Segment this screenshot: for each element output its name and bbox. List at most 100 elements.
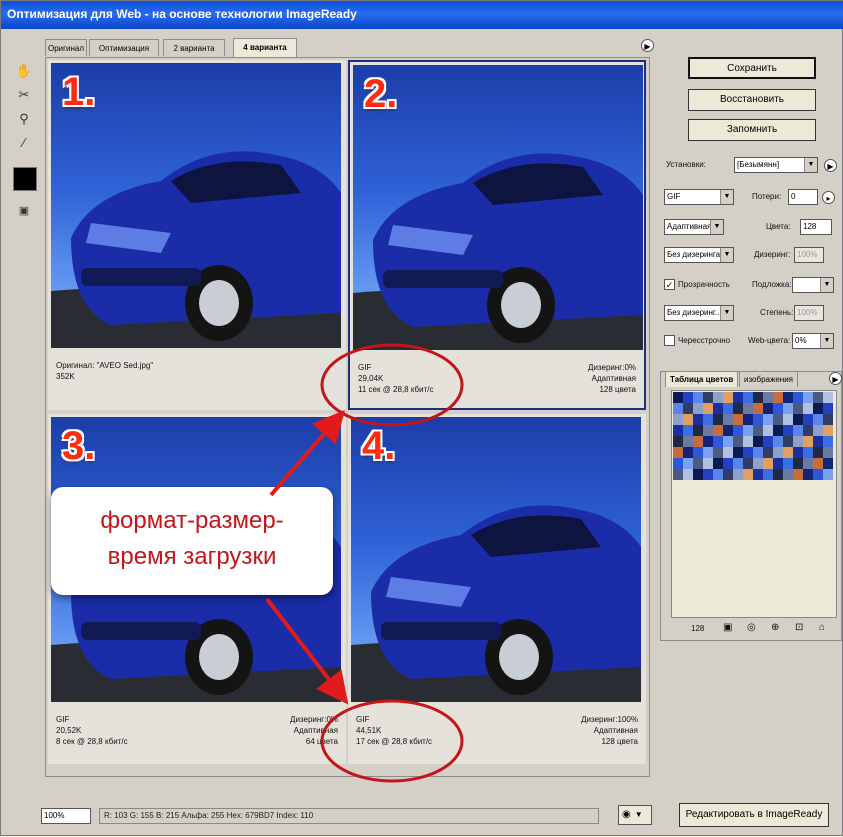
color-swatch[interactable] (753, 414, 763, 425)
tab-color-table[interactable]: Таблица цветов (665, 371, 739, 387)
color-swatch[interactable] (703, 425, 713, 436)
reset-button[interactable]: Восстановить (688, 89, 816, 111)
color-swatch[interactable] (683, 469, 693, 480)
interlaced-checkbox[interactable] (664, 335, 675, 346)
trash-icon[interactable]: ⌂ (819, 622, 825, 633)
color-swatch[interactable] (693, 469, 703, 480)
zoom-select[interactable]: 100% (41, 808, 91, 824)
color-swatch[interactable] (683, 392, 693, 403)
new-color-icon[interactable]: ⊡ (795, 622, 803, 633)
color-swatch[interactable] (713, 469, 723, 480)
dither-input[interactable]: 100% (794, 247, 824, 263)
format-select[interactable]: GIF ▼ (664, 189, 734, 205)
color-swatch[interactable] (743, 436, 753, 447)
color-swatch[interactable] (753, 392, 763, 403)
color-swatch[interactable] (803, 425, 813, 436)
color-swatch[interactable] (773, 425, 783, 436)
color-swatch[interactable] (813, 436, 823, 447)
color-swatch[interactable] (773, 458, 783, 469)
color-swatch[interactable] (813, 414, 823, 425)
color-swatch[interactable] (763, 469, 773, 480)
color-swatch[interactable] (803, 458, 813, 469)
color-swatch[interactable] (693, 414, 703, 425)
color-swatch[interactable] (823, 392, 833, 403)
color-swatch[interactable] (703, 469, 713, 480)
color-swatch[interactable] (743, 392, 753, 403)
color-swatch[interactable] (713, 403, 723, 414)
color-swatch[interactable] (773, 436, 783, 447)
color-swatch[interactable] (733, 436, 743, 447)
color-swatch[interactable] (723, 436, 733, 447)
color-swatch[interactable] (733, 403, 743, 414)
slice-select-tool-icon[interactable]: ✂ (13, 85, 35, 105)
color-swatch[interactable] (803, 436, 813, 447)
loss-input[interactable]: 0 (788, 189, 818, 205)
color-swatch[interactable] (713, 458, 723, 469)
transparency-dither-select[interactable]: Без дизеринг... ▼ (664, 305, 734, 321)
color-swatch[interactable] (783, 403, 793, 414)
color-swatch[interactable] (733, 469, 743, 480)
save-button[interactable]: Сохранить (688, 57, 816, 79)
color-swatch[interactable] (703, 447, 713, 458)
color-swatch[interactable] (763, 414, 773, 425)
web-snap-select[interactable]: 0% ▼ (792, 333, 834, 349)
color-swatch[interactable] (683, 403, 693, 414)
color-swatch[interactable] (713, 414, 723, 425)
color-swatch[interactable] (773, 414, 783, 425)
snap-to-web-icon[interactable]: ▣ (723, 622, 732, 633)
color-swatch[interactable] (683, 447, 693, 458)
color-swatch[interactable] (813, 392, 823, 403)
color-swatch[interactable] (783, 414, 793, 425)
color-swatch[interactable] (813, 403, 823, 414)
color-swatch[interactable] (773, 392, 783, 403)
color-swatch[interactable] (723, 392, 733, 403)
color-swatch[interactable] (753, 403, 763, 414)
color-swatch[interactable] (723, 469, 733, 480)
color-swatch[interactable] (793, 447, 803, 458)
color-swatch[interactable] (793, 458, 803, 469)
color-swatch[interactable] (703, 458, 713, 469)
color-swatch[interactable] (713, 392, 723, 403)
color-swatch[interactable] (713, 447, 723, 458)
color-swatch[interactable] (693, 425, 703, 436)
preview-pane-2[interactable]: 2. GIF 29,04K 11 сек @ 28,8 кбит/с Дизерин… (348, 60, 646, 410)
color-swatch[interactable] (693, 458, 703, 469)
color-swatch[interactable] (673, 403, 683, 414)
color-swatch[interactable] (673, 425, 683, 436)
color-swatch[interactable] (813, 458, 823, 469)
color-swatch[interactable] (723, 447, 733, 458)
color-swatch[interactable] (673, 447, 683, 458)
tab-image-size[interactable]: изображения (739, 371, 798, 387)
color-swatch[interactable] (683, 458, 693, 469)
color-swatch[interactable] (783, 469, 793, 480)
toggle-slices-icon[interactable]: ▣ (13, 201, 35, 221)
optimize-menu-icon[interactable]: ▶ (641, 39, 654, 52)
color-swatch[interactable] (733, 392, 743, 403)
preset-select[interactable]: [Безымянн] ▼ (734, 157, 818, 173)
color-swatch[interactable] (783, 425, 793, 436)
edit-in-imageready-button[interactable]: Редактировать в ImageReady (679, 803, 829, 827)
color-swatch[interactable] (773, 447, 783, 458)
color-swatch[interactable] (763, 392, 773, 403)
settings-menu-icon[interactable]: ▶ (824, 159, 837, 172)
color-swatch[interactable] (813, 425, 823, 436)
color-swatch[interactable] (743, 458, 753, 469)
tab-original[interactable]: Оригинал (45, 39, 87, 56)
color-swatch[interactable] (813, 469, 823, 480)
color-swatch[interactable] (763, 447, 773, 458)
color-swatch[interactable] (733, 458, 743, 469)
color-swatch[interactable] (823, 447, 833, 458)
color-swatch[interactable] (783, 458, 793, 469)
color-swatch[interactable] (783, 392, 793, 403)
loss-stepper-icon[interactable]: ▸ (822, 191, 835, 204)
color-swatch[interactable] (803, 414, 813, 425)
colors-input[interactable]: 128 (800, 219, 832, 235)
reduction-select[interactable]: Адаптивная ▼ (664, 219, 724, 235)
web-shift-icon[interactable]: ⊕ (771, 622, 779, 633)
color-table-menu-icon[interactable]: ▶ (829, 372, 842, 385)
color-swatch[interactable] (693, 447, 703, 458)
color-swatch[interactable] (683, 425, 693, 436)
color-swatch[interactable] (743, 414, 753, 425)
color-swatch[interactable] (763, 425, 773, 436)
color-swatch[interactable] (693, 403, 703, 414)
